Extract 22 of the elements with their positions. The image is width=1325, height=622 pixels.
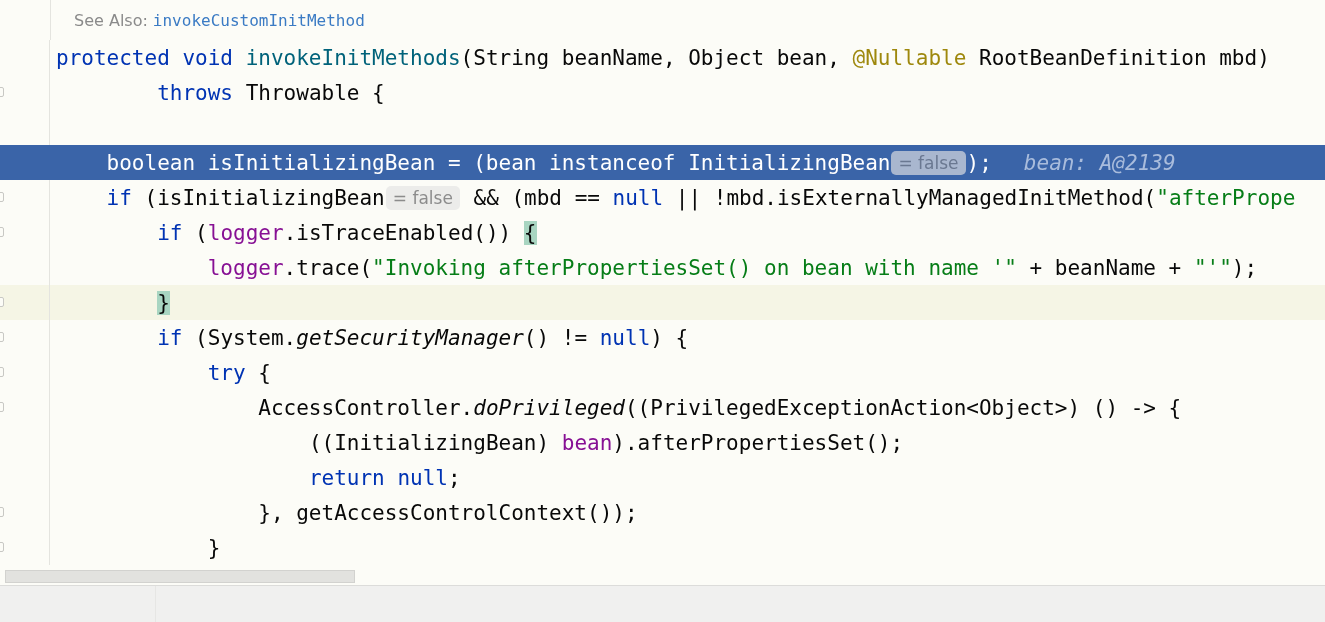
code-text: if (isInitializingBean	[105, 185, 385, 210]
code-text: AccessController.doPrivileged((PrivilegedExceptionAction<Object>) () -> {	[257, 395, 1182, 420]
code-text: try {	[206, 360, 271, 385]
code-text: if (System.getSecurityManager() != null) {	[156, 325, 689, 350]
code-text: }	[206, 535, 221, 560]
code-text: boolean isInitializingBean = (bean instanceof InitializingBean	[105, 150, 891, 175]
code-text: ((InitializingBean) bean).afterPropertiesSet();	[307, 430, 904, 455]
scrollbar-thumb[interactable]	[5, 570, 355, 583]
code-text: if (logger.isTraceEnabled()) {	[156, 220, 537, 245]
debug-value: bean: A@2139	[1023, 150, 1176, 175]
code-text: throws Throwable {	[156, 80, 385, 105]
see-also-link[interactable]: invokeCustomInitMethod	[152, 10, 365, 30]
inline-value-hint: = false	[385, 185, 460, 210]
see-also-label: See Also:	[74, 10, 148, 30]
inline-value-hint: = false	[891, 150, 966, 175]
code-text: protected void invokeInitMethods(String beanName, Object bean, @Nullable RootBeanDefinition mbd)	[56, 45, 1270, 70]
code-text: return null;	[307, 465, 461, 490]
code-text: }, getAccessControlContext());	[257, 500, 638, 525]
code-text: }	[156, 290, 170, 315]
code-text: && (mbd == null || !mbd.isExternallyManagedInitMethod("afterPrope	[472, 185, 1296, 210]
code-text: logger.trace("Invoking afterPropertiesSet() on bean with name '" + beanName + "'");	[206, 255, 1258, 280]
code-text: );	[966, 150, 992, 175]
